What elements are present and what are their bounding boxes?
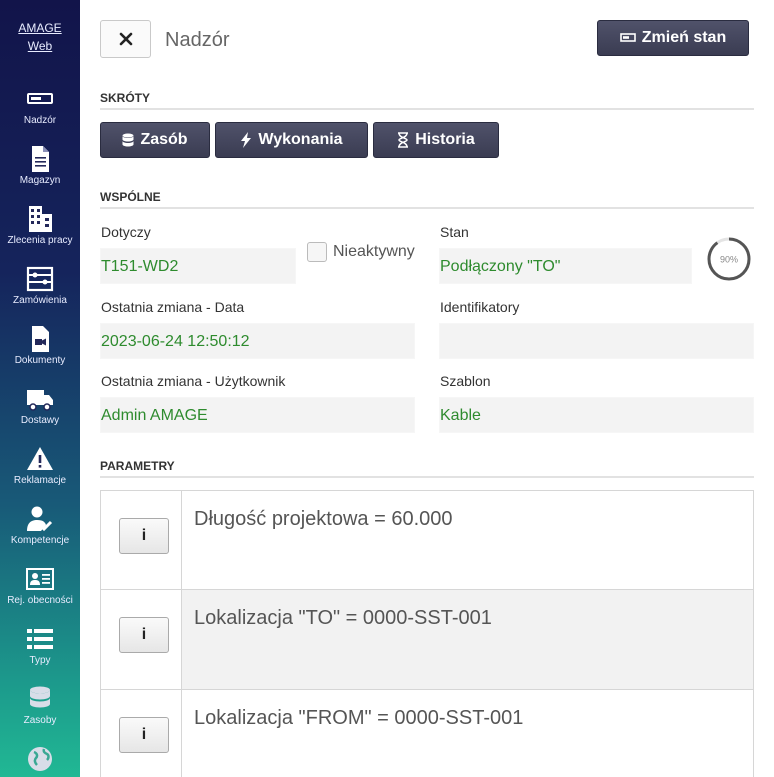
sidebar-item-label: Rej. obecności (7, 595, 73, 606)
progress-ring: 90% (707, 237, 751, 281)
user-check-icon (27, 506, 53, 532)
executions-button-label: Wykonania (258, 131, 343, 148)
state-label: Stan (440, 224, 469, 240)
inactive-checkbox[interactable]: Nieaktywny (307, 242, 415, 262)
table-row: i Lokalizacja "FROM" = 0000-SST-001 (100, 690, 754, 777)
param-action-cell: i (101, 491, 182, 589)
identifiers-label: Identifikatory (440, 299, 520, 315)
inactive-label: Nieaktywny (333, 243, 415, 260)
template-label: Szablon (440, 373, 491, 389)
sidebar: AMAGE Web Nadzór Magazyn Zlecenia pracy … (0, 0, 80, 777)
globe-icon (28, 747, 52, 771)
section-title-shortcuts: SKRÓTY (100, 91, 754, 110)
resource-button-label: Zasób (140, 131, 188, 148)
orders-icon (26, 266, 54, 292)
sidebar-item-label: Kompetencje (10, 535, 70, 546)
concerns-field[interactable]: T151-WD2 (100, 248, 296, 284)
database-icon (30, 686, 50, 708)
param-action-cell: i (101, 690, 182, 777)
parameters-table: i Długość projektowa = 60.000 i Lokaliza… (100, 490, 754, 777)
inactive-checkbox-box[interactable] (307, 242, 327, 262)
hourglass-icon (398, 132, 409, 148)
resource-button[interactable]: Zasób (100, 122, 210, 158)
sidebar-item-label: Zlecenia pracy (7, 235, 73, 246)
state-field[interactable]: Podłączony "TO" (439, 248, 692, 284)
sidebar-item-label: Dostawy (20, 415, 60, 426)
sidebar-item-zasoby[interactable]: Zasoby (0, 685, 80, 745)
brand-line-1[interactable]: AMAGE (0, 19, 80, 37)
sidebar-item-dokumenty[interactable]: Dokumenty (0, 325, 80, 385)
table-row: i Lokalizacja "TO" = 0000-SST-001 (100, 590, 754, 690)
change-state-label: Zmień stan (641, 29, 727, 46)
section-title-common: WSPÓLNE (100, 190, 754, 209)
monitor-icon (619, 33, 636, 42)
sidebar-item-label: Reklamacje (13, 475, 67, 486)
section-title-parameters: PARAMETRY (100, 459, 754, 478)
sidebar-item-label: Nadzór (23, 115, 57, 126)
database-icon (122, 133, 134, 146)
history-button[interactable]: Historia (373, 122, 499, 158)
sidebar-item-zlecenia-pracy[interactable]: Zlecenia pracy (0, 205, 80, 265)
sidebar-item-kompetencje[interactable]: Kompetencje (0, 505, 80, 565)
info-button[interactable]: i (119, 617, 169, 653)
sidebar-item-magazyn[interactable]: Magazyn (0, 145, 80, 205)
warning-icon (27, 447, 53, 470)
brand-line-2[interactable]: Web (0, 37, 80, 55)
truck-icon (27, 390, 53, 411)
last-change-user-field[interactable]: Admin AMAGE (100, 397, 415, 433)
sidebar-item-label: Zamówienia (13, 295, 67, 306)
table-row: i Długość projektowa = 60.000 (100, 490, 754, 590)
close-button[interactable] (100, 20, 151, 58)
sidebar-item-label: Dokumenty (14, 355, 66, 366)
close-icon (119, 32, 132, 46)
sidebar-item-globe[interactable] (0, 745, 80, 777)
executions-button[interactable]: Wykonania (215, 122, 368, 158)
sidebar-item-zamowienia[interactable]: Zamówienia (0, 265, 80, 325)
sidebar-item-label: Typy (29, 655, 51, 666)
list-icon (27, 629, 53, 649)
info-button[interactable]: i (119, 717, 169, 753)
sidebar-item-rej-obecnosci[interactable]: Rej. obecności (0, 565, 80, 625)
video-file-icon (32, 326, 49, 352)
param-text: Długość projektowa = 60.000 (194, 508, 453, 530)
identifiers-field[interactable] (439, 323, 754, 359)
sidebar-item-reklamacje[interactable]: Reklamacje (0, 445, 80, 505)
change-state-button[interactable]: Zmień stan (597, 20, 749, 56)
param-action-cell: i (101, 590, 182, 689)
main-content: Nadzór Zmień stan SKRÓTY Zasób Wykonania… (80, 0, 774, 777)
sidebar-item-label: Zasoby (23, 715, 57, 726)
page-title: Nadzór (165, 29, 230, 51)
monitor-icon (27, 93, 53, 104)
brand-logo[interactable]: AMAGE Web (0, 19, 80, 55)
concerns-label: Dotyczy (101, 224, 151, 240)
building-icon (29, 206, 52, 232)
progress-text: 90% (720, 255, 738, 265)
last-change-date-field[interactable]: 2023-06-24 12:50:12 (100, 323, 415, 359)
sidebar-item-nadzor[interactable]: Nadzór (0, 85, 80, 145)
history-button-label: Historia (415, 131, 475, 148)
last-change-user-label: Ostatnia zmiana - Użytkownik (101, 373, 286, 389)
info-button[interactable]: i (119, 518, 169, 554)
sidebar-item-label: Magazyn (19, 175, 61, 186)
last-change-date-label: Ostatnia zmiana - Data (101, 299, 245, 315)
sidebar-item-typy[interactable]: Typy (0, 625, 80, 685)
id-card-icon (26, 568, 54, 590)
param-text: Lokalizacja "FROM" = 0000-SST-001 (194, 707, 524, 729)
bolt-icon (241, 132, 252, 148)
sidebar-item-dostawy[interactable]: Dostawy (0, 385, 80, 445)
template-field[interactable]: Kable (439, 397, 754, 433)
param-text: Lokalizacja "TO" = 0000-SST-001 (182, 590, 753, 689)
document-icon (32, 146, 49, 172)
